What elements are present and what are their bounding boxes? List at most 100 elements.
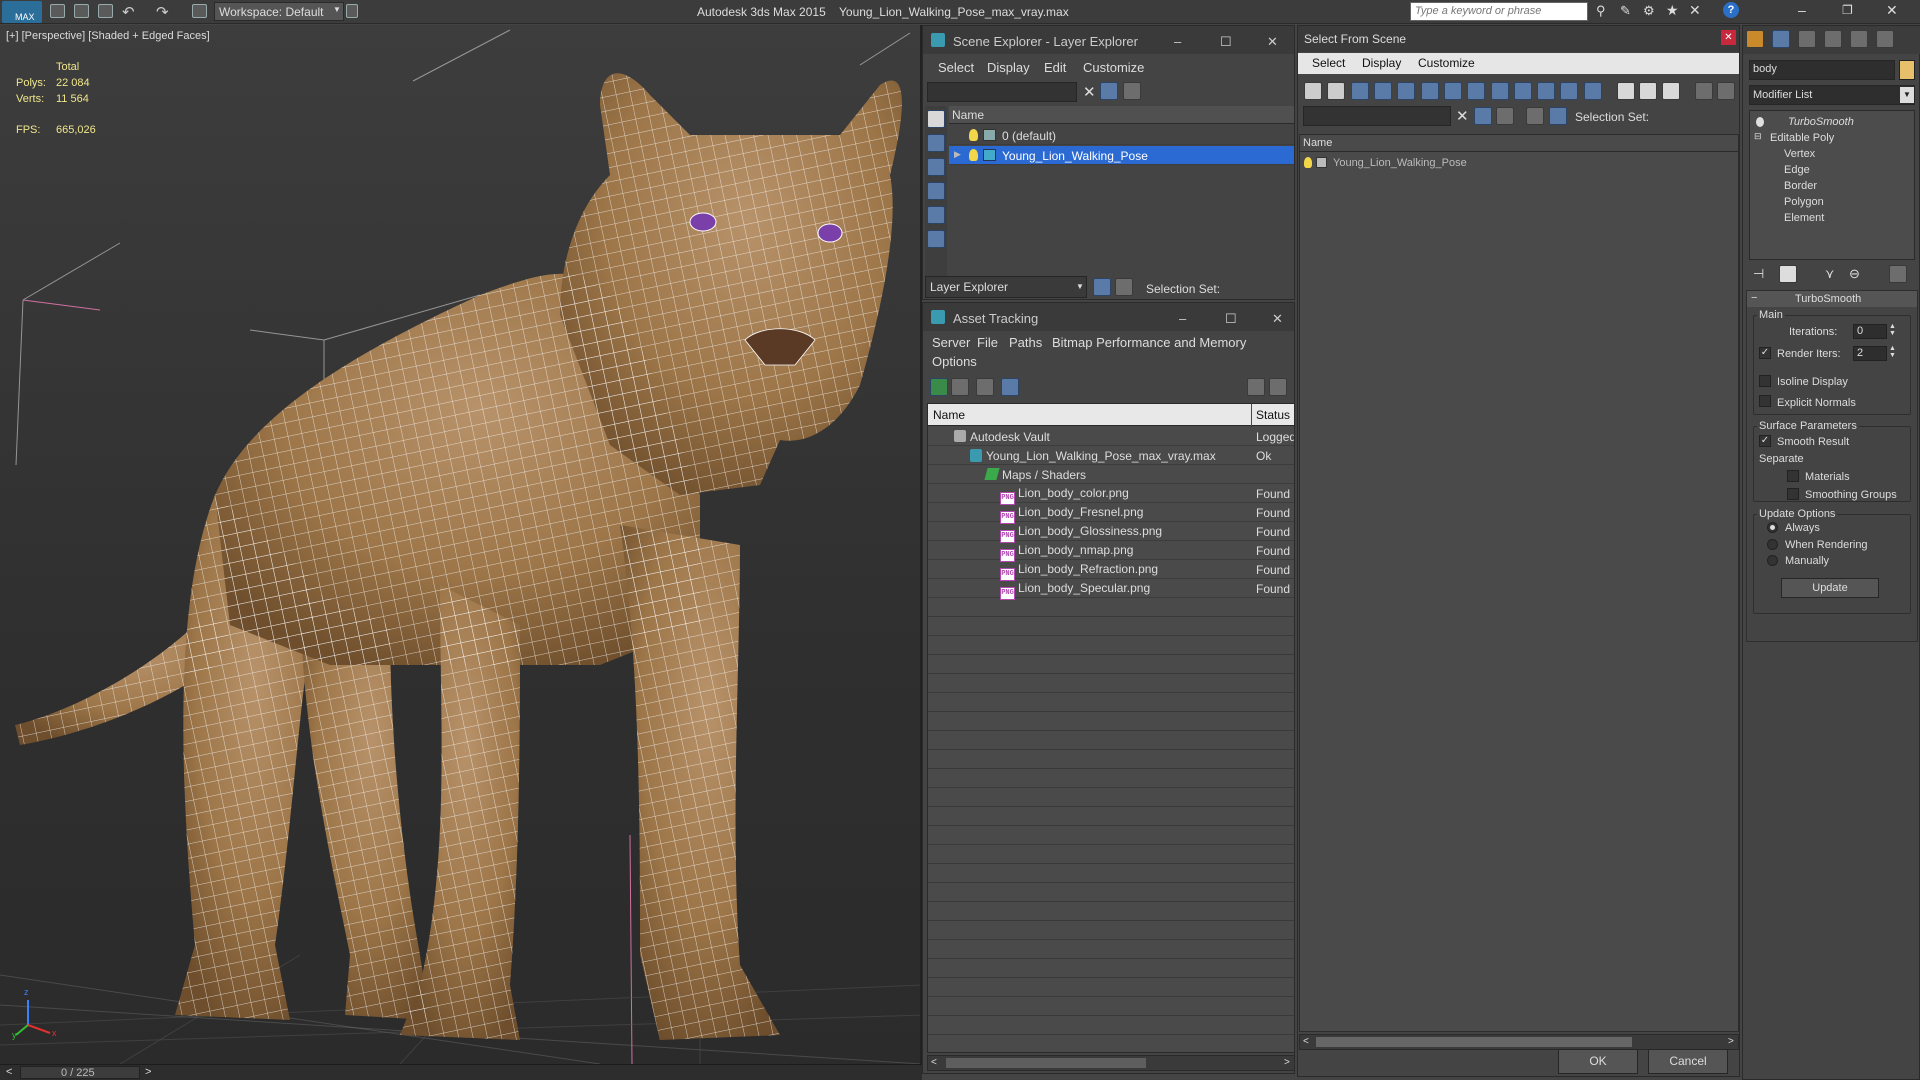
display-none-icon[interactable] — [1304, 82, 1322, 100]
collapse-icon[interactable]: ⊟ — [1754, 131, 1762, 142]
display-helpers-icon[interactable] — [927, 230, 945, 248]
ok-button[interactable]: OK — [1558, 1049, 1638, 1074]
display-shapes-icon[interactable] — [1374, 82, 1392, 100]
motion-tab-icon[interactable] — [1824, 30, 1842, 48]
menu-bitmap-performance[interactable]: Bitmap Performance and Memory — [1052, 335, 1246, 350]
cancel-button[interactable]: Cancel — [1648, 1049, 1728, 1074]
display-bones-icon[interactable] — [1537, 82, 1555, 100]
configure-sets-icon[interactable] — [1889, 265, 1907, 283]
menu-expander-icon[interactable] — [346, 4, 358, 18]
display-cameras-icon[interactable] — [927, 206, 945, 224]
hierarchy-icon[interactable] — [1549, 107, 1567, 125]
redo-icon[interactable]: ↷ — [156, 3, 169, 21]
display-spacewarps-icon[interactable] — [1467, 82, 1485, 100]
menu-server[interactable]: Server — [932, 335, 970, 350]
materials-checkbox[interactable] — [1787, 470, 1799, 482]
always-radio[interactable] — [1767, 522, 1778, 533]
lightbulb-icon[interactable] — [1304, 157, 1312, 168]
lightbulb-icon[interactable] — [969, 129, 978, 141]
asset-column-status[interactable]: Status — [1252, 404, 1294, 426]
favorites-star-icon[interactable]: ★ — [1666, 2, 1679, 19]
lightbulb-icon[interactable] — [1756, 117, 1764, 127]
tools-icon[interactable]: ✎ — [1620, 3, 1631, 19]
spinner-arrows-icon[interactable]: ▲ ▼ — [1889, 323, 1896, 337]
display-cameras-icon[interactable] — [1421, 82, 1439, 100]
time-prev-icon[interactable]: < — [6, 1066, 12, 1078]
rollout-header[interactable]: − TurboSmooth — [1747, 291, 1917, 307]
render-iters-checkbox[interactable]: ✓ — [1759, 347, 1771, 359]
scene-explorer-titlebar[interactable]: Scene Explorer - Layer Explorer ‒ ☐ ✕ — [923, 26, 1294, 54]
select-search-field[interactable] — [1303, 106, 1451, 126]
perspective-viewport[interactable]: [+] [Perspective] [Shaded + Edged Faces]… — [0, 25, 922, 1064]
search-input[interactable]: Type a keyword or phrase — [1410, 2, 1588, 21]
help-icon[interactable]: ? — [1723, 2, 1739, 18]
viewport-label[interactable]: [+] [Perspective] [Shaded + Edged Faces] — [6, 30, 210, 42]
manually-radio[interactable] — [1767, 555, 1778, 566]
spinner-arrows-icon[interactable]: ▲ ▼ — [1889, 345, 1896, 359]
exchange-icon[interactable]: ✕ — [1689, 2, 1701, 19]
stack-polygon[interactable]: Polygon — [1784, 196, 1824, 208]
create-tab-icon[interactable] — [1746, 30, 1764, 48]
scene-explorer-column-name[interactable]: Name — [949, 106, 1294, 124]
hierarchy-tab-icon[interactable] — [1798, 30, 1816, 48]
display-tab-icon[interactable] — [1850, 30, 1868, 48]
close-window-icon[interactable]: ✕ — [1886, 2, 1898, 19]
iterations-spinner[interactable]: 0 — [1853, 324, 1887, 339]
new-file-icon[interactable] — [50, 4, 65, 18]
display-geometry-icon[interactable] — [927, 134, 945, 152]
menu-paths[interactable]: Paths — [1009, 335, 1042, 350]
subscription-icon[interactable]: ⚙ — [1643, 3, 1655, 19]
table-view-icon[interactable] — [1001, 378, 1019, 396]
tree-view-icon[interactable] — [1717, 82, 1735, 100]
pin-stack-icon[interactable]: ⊣ — [1753, 266, 1764, 282]
hierarchy-icon[interactable] — [1115, 278, 1133, 296]
update-button[interactable]: Update — [1781, 578, 1879, 598]
smoothing-groups-checkbox[interactable] — [1787, 488, 1799, 500]
select-horizontal-scrollbar[interactable]: < > — [1299, 1034, 1739, 1050]
clear-search-icon[interactable]: ✕ — [1083, 83, 1096, 101]
select-none-icon[interactable] — [1639, 82, 1657, 100]
asset-row-max-file[interactable]: Young_Lion_Walking_Pose_max_vray.max Ok — [928, 446, 1294, 465]
open-file-icon[interactable] — [74, 4, 89, 18]
smooth-result-checkbox[interactable]: ✓ — [1759, 435, 1771, 447]
display-lights-icon[interactable] — [1397, 82, 1415, 100]
time-slider-thumb[interactable]: 0 / 225 — [20, 1066, 140, 1079]
stack-border[interactable]: Border — [1784, 180, 1817, 192]
time-slider[interactable]: < 0 / 225 > — [0, 1064, 922, 1080]
scrollbar-thumb[interactable] — [1316, 1037, 1632, 1047]
layer-explorer-dropdown[interactable]: Layer Explorer ▼ — [925, 276, 1087, 298]
restore-window-icon[interactable]: ❐ — [1842, 3, 1853, 17]
menu-display[interactable]: Display — [987, 60, 1030, 75]
object-color-swatch[interactable] — [1899, 60, 1915, 80]
time-next-icon[interactable]: > — [145, 1066, 151, 1078]
layer-row-default[interactable]: 0 (default) — [949, 126, 1294, 145]
help-icon[interactable] — [1247, 378, 1265, 396]
layers-icon[interactable] — [1526, 107, 1544, 125]
menu-file[interactable]: File — [977, 335, 998, 350]
lightbulb-icon[interactable] — [969, 149, 978, 161]
workspace-dropdown[interactable]: Workspace: Default ▼ — [214, 2, 344, 21]
minimize-icon[interactable]: ‒ — [1179, 311, 1186, 326]
filter-icon[interactable] — [1100, 82, 1118, 100]
undo-icon[interactable]: ↶ — [122, 3, 135, 21]
asset-row-maps[interactable]: Maps / Shaders — [928, 465, 1294, 484]
close-icon[interactable]: ✕ — [1267, 34, 1278, 50]
asset-row-png[interactable]: PNG Lion_body_Specular.png Found — [928, 579, 1294, 600]
binoculars-icon[interactable]: ⚲ — [1596, 3, 1606, 19]
select-column-name[interactable]: Name — [1300, 135, 1738, 152]
display-containers-icon[interactable] — [1560, 82, 1578, 100]
display-geometry-icon[interactable] — [1351, 82, 1369, 100]
when-rendering-radio[interactable] — [1767, 539, 1778, 550]
menu-customize[interactable]: Customize — [1083, 60, 1144, 75]
display-lights-icon[interactable] — [927, 182, 945, 200]
asset-row-png[interactable]: PNG Lion_body_nmap.png Found — [928, 541, 1294, 562]
stack-element[interactable]: Element — [1784, 212, 1824, 224]
refresh-icon[interactable] — [930, 378, 948, 396]
scrollbar-thumb[interactable] — [946, 1058, 1146, 1068]
stack-turbosmooth[interactable]: TurboSmooth — [1788, 116, 1854, 128]
asset-horizontal-scrollbar[interactable]: < > — [927, 1055, 1295, 1071]
settings-icon[interactable] — [1269, 378, 1287, 396]
display-xrefs-icon[interactable] — [1514, 82, 1532, 100]
filter-icon[interactable] — [1474, 107, 1492, 125]
object-row-young-lion[interactable]: Young_Lion_Walking_Pose — [1300, 154, 1738, 173]
